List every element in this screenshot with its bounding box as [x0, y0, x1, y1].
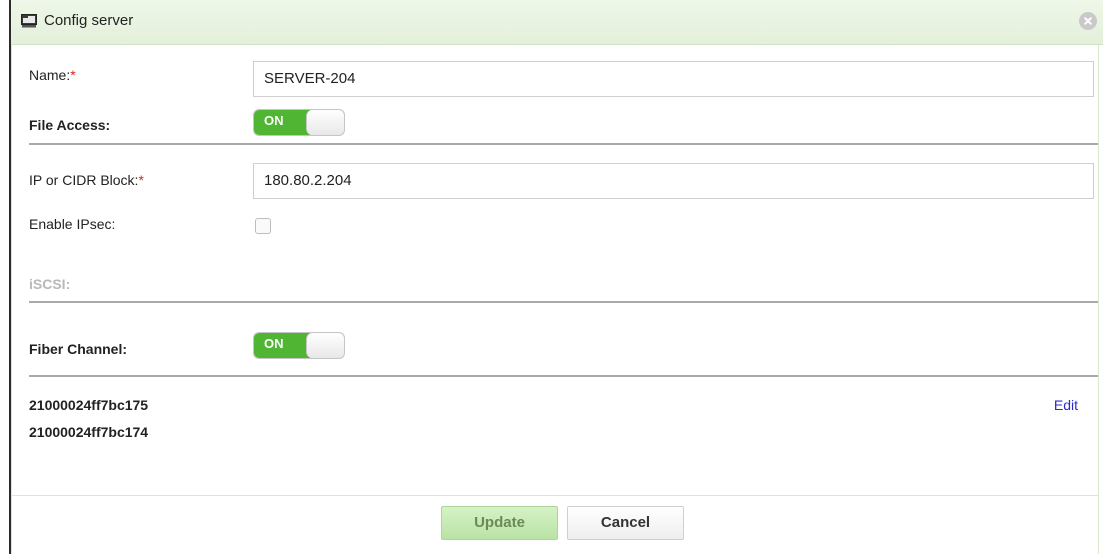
ip-label: IP or CIDR Block:* [29, 172, 144, 188]
ipsec-checkbox[interactable] [255, 218, 271, 234]
server-terminal-icon [21, 14, 37, 28]
wwn-item: 21000024ff7bc175 [29, 397, 149, 413]
file-access-label: File Access: [29, 117, 111, 133]
section-divider [29, 375, 1098, 377]
update-button[interactable]: Update [441, 506, 558, 540]
ip-input[interactable]: 180.80.2.204 [253, 163, 1094, 199]
file-access-toggle[interactable]: ON [253, 109, 345, 136]
toggle-knob [306, 110, 344, 135]
dialog-titlebar: Config server [11, 0, 1103, 45]
required-mark: * [138, 172, 144, 188]
dialog-footer: Update Cancel [11, 496, 1099, 554]
toggle-on-label: ON [254, 333, 310, 358]
required-mark: * [70, 67, 76, 83]
section-divider [29, 301, 1098, 303]
dialog-body: Name:* SERVER-204 File Access: ON IP or … [11, 45, 1099, 496]
name-input[interactable]: SERVER-204 [253, 61, 1094, 97]
dialog-title: Config server [44, 12, 134, 29]
iscsi-label: iSCSI: [29, 276, 71, 292]
name-label: Name:* [29, 67, 76, 83]
cancel-button[interactable]: Cancel [567, 506, 684, 540]
section-divider [29, 143, 1098, 145]
toggle-knob [306, 333, 344, 358]
edit-link[interactable]: Edit [1054, 397, 1078, 413]
fiber-channel-label: Fiber Channel: [29, 341, 128, 357]
fiber-channel-toggle[interactable]: ON [253, 332, 345, 359]
toggle-on-label: ON [254, 110, 310, 135]
wwn-item: 21000024ff7bc174 [29, 424, 149, 440]
config-server-dialog: Config server Name:* SERVER-204 File Acc… [9, 0, 1103, 554]
ipsec-label: Enable IPsec: [29, 216, 116, 232]
close-icon[interactable] [1079, 12, 1097, 30]
